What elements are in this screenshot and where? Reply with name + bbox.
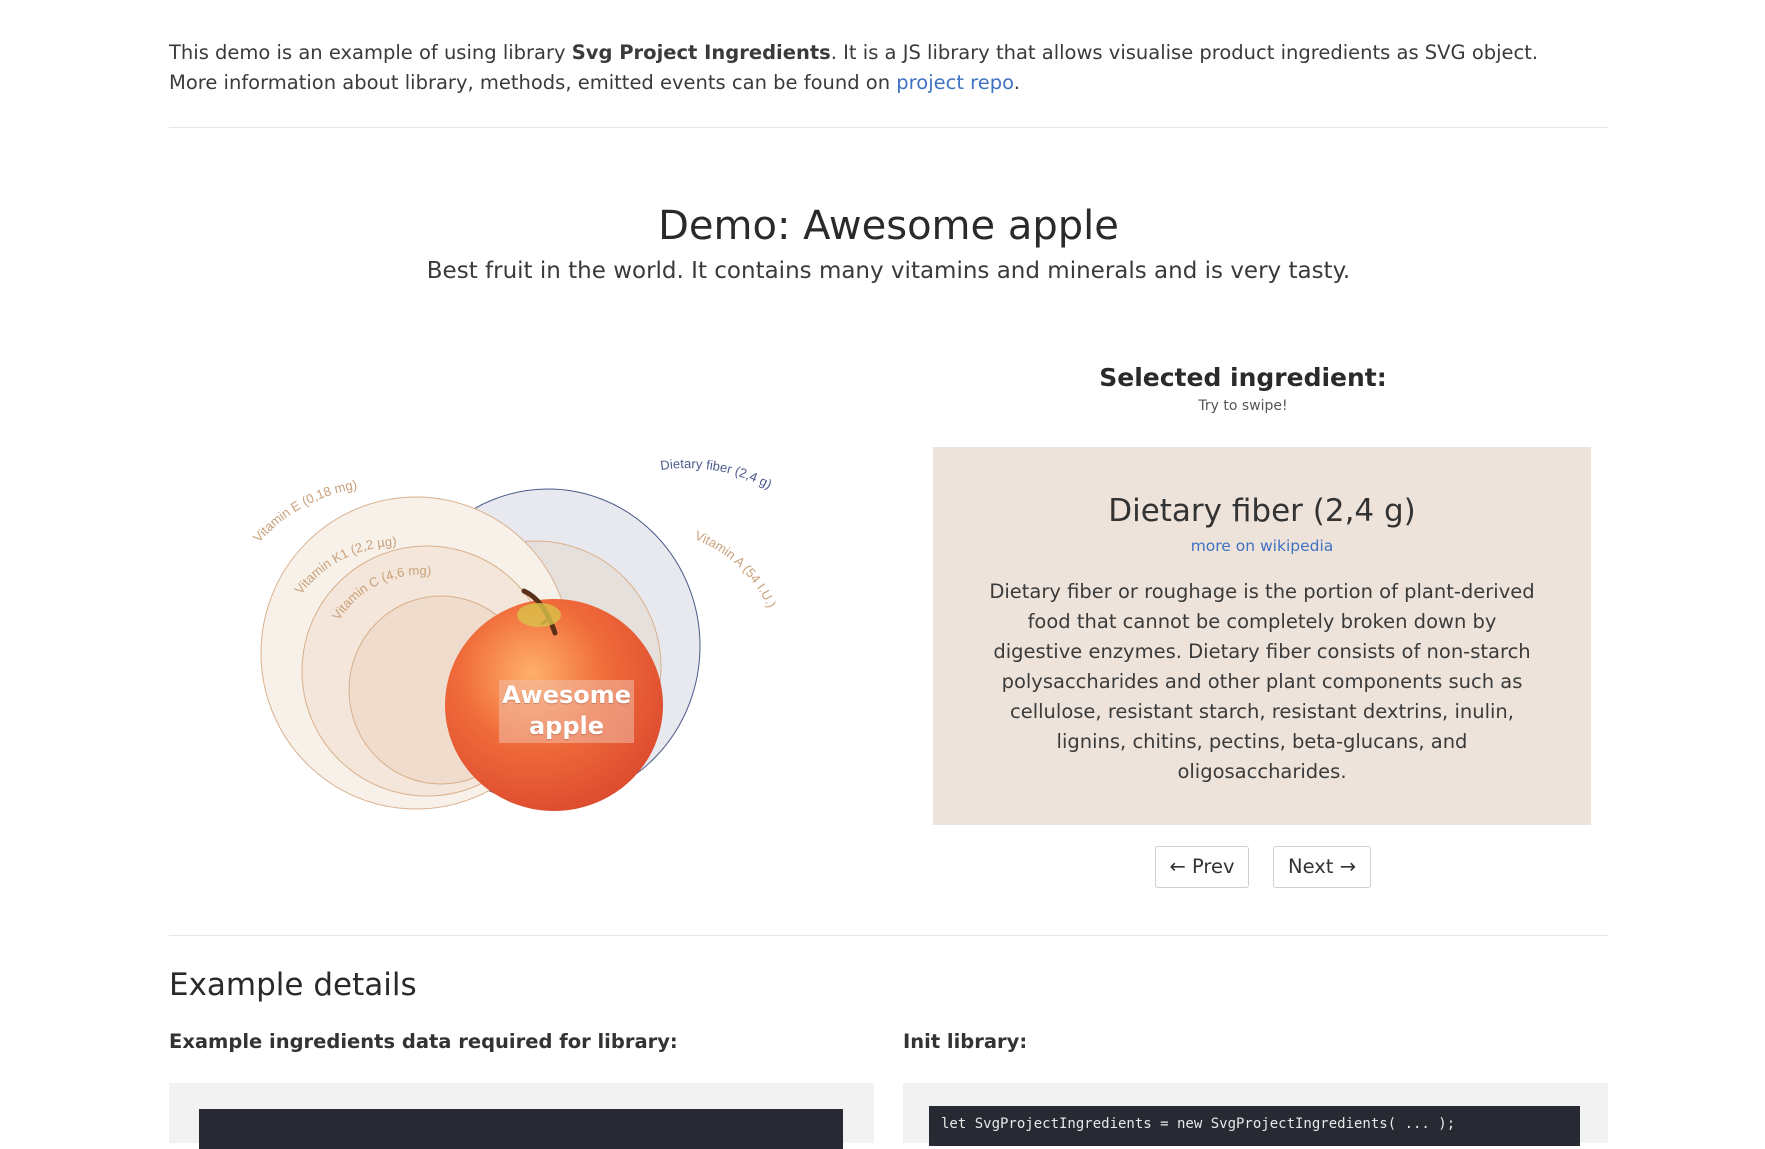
example-details-title: Example details (169, 967, 417, 1003)
intro-text: This demo is an example of using library… (169, 38, 1608, 98)
data-label: Example ingredients data required for li… (169, 1030, 678, 1053)
intro-text-part: This demo is an example of using library (169, 41, 572, 64)
selected-ingredient-heading: Selected ingredient: (1099, 363, 1387, 392)
intro-text-part: More information about library, methods,… (169, 71, 897, 94)
swipe-hint: Try to swipe! (1198, 398, 1288, 414)
product-label-line: apple (528, 712, 605, 740)
ingredient-title: Dietary fiber (2,4 g) (1108, 493, 1416, 529)
ingredient-description: Dietary fiber or roughage is the portion… (989, 580, 1535, 783)
ingredients-visualization[interactable]: Vitamin E (0,18 mg) Vitamin K1 (2,2 µg) … (219, 455, 799, 825)
init-label: Init library: (903, 1030, 1028, 1053)
intro-line-1: This demo is an example of using library… (169, 38, 1608, 68)
data-code-panel (169, 1083, 874, 1149)
init-code-panel: let SvgProjectIngredients = new SvgProje… (903, 1083, 1608, 1146)
ingredients-svg: Vitamin E (0,18 mg) Vitamin K1 (2,2 µg) … (250, 456, 780, 811)
intro-text-part: . (1013, 71, 1020, 94)
wikipedia-link[interactable]: more on wikipedia (981, 537, 1543, 555)
divider (169, 127, 1608, 128)
vitamin-a-label: Vitamin A (54 I.U.) (693, 528, 780, 610)
demo-title: Demo: Awesome apple (658, 203, 1119, 249)
dietary-fiber-label: Dietary fiber (2,4 g) (659, 456, 774, 492)
init-code-text: let SvgProjectIngredients = new SvgProje… (941, 1116, 1456, 1132)
init-code-block: let SvgProjectIngredients = new SvgProje… (929, 1106, 1580, 1146)
demo-subtitle: Best fruit in the world. It contains man… (426, 258, 1351, 284)
next-button[interactable]: Next → (1273, 846, 1371, 888)
prev-button[interactable]: ← Prev (1155, 846, 1249, 888)
product-label-line: Awesome (501, 681, 632, 709)
library-name: Svg Project Ingredients (571, 41, 831, 64)
intro-line-2: More information about library, methods,… (169, 68, 1608, 98)
data-code-block (199, 1109, 843, 1149)
divider (169, 935, 1608, 936)
project-repo-link[interactable]: project repo (896, 71, 1013, 94)
intro-text-part: . It is a JS library that allows visuali… (830, 41, 1539, 64)
ingredient-card[interactable]: Dietary fiber (2,4 g) more on wikipedia … (933, 447, 1591, 825)
product-label: Awesome apple (499, 680, 634, 743)
